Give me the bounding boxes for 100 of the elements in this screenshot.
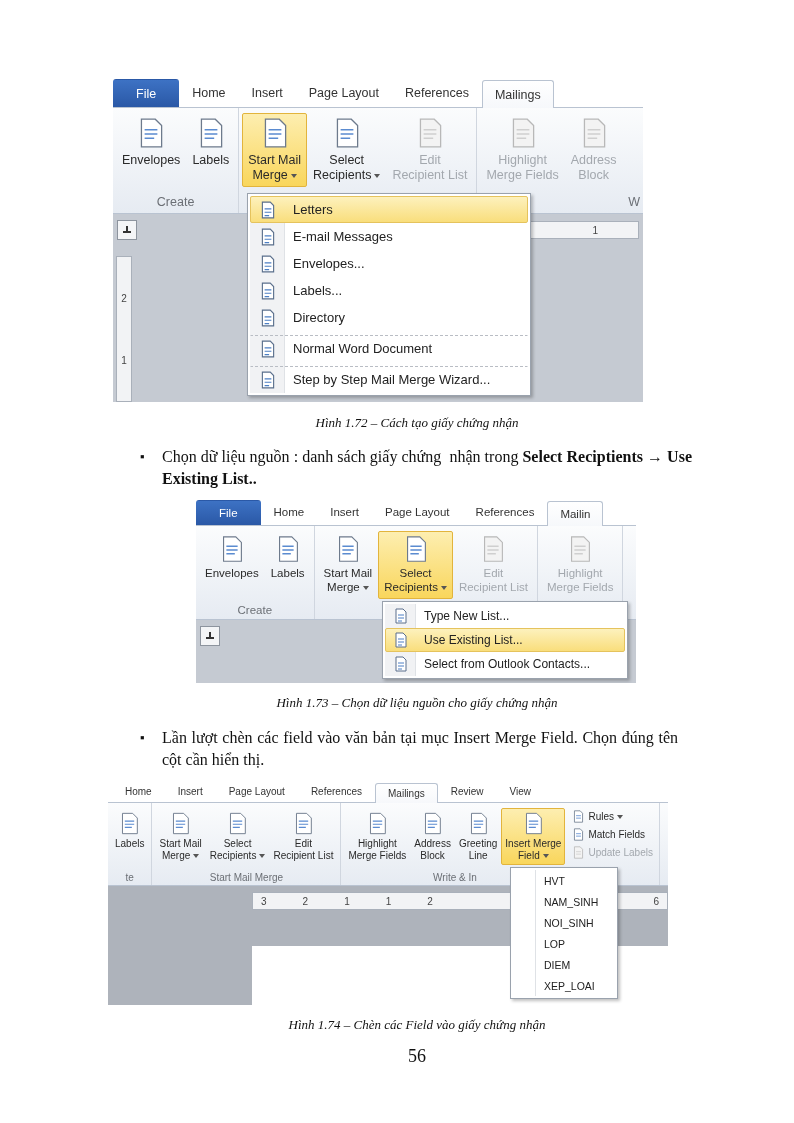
menu-item[interactable]: Labels... bbox=[250, 277, 528, 304]
ribbon-tab[interactable]: Review bbox=[437, 780, 497, 802]
page-icon bbox=[259, 339, 277, 358]
ribbon-button[interactable]: Greeting Line bbox=[454, 808, 502, 865]
ribbon-tab[interactable]: Insert bbox=[164, 780, 216, 802]
ribbon-tab[interactable]: Page Layout bbox=[372, 498, 463, 525]
ribbon-button[interactable]: Envelopes bbox=[116, 113, 187, 172]
ribbon-button[interactable]: Start Mail Merge bbox=[242, 113, 307, 187]
group-label: W bbox=[628, 194, 640, 211]
caret-icon bbox=[290, 173, 297, 178]
ribbon-tab[interactable]: Home bbox=[179, 77, 239, 107]
ribbon-button[interactable]: Match Fields bbox=[569, 827, 656, 842]
page-icon bbox=[572, 846, 586, 859]
ribbon-tab[interactable]: References bbox=[297, 780, 375, 802]
page-icon bbox=[259, 308, 277, 327]
figure-caption: Hình 1.74 – Chèn các Field vào giấy chứng nhận bbox=[287, 1016, 547, 1034]
figure-caption: Hình 1.73 – Chọn dữ liệu nguồn cho giấy chứng nhận bbox=[275, 694, 559, 712]
ruler-number: 3 bbox=[261, 895, 267, 907]
ribbon-tab[interactable]: References bbox=[391, 77, 482, 107]
ribbon-tab[interactable]: Insert bbox=[317, 498, 372, 525]
tab-selector[interactable] bbox=[117, 220, 137, 240]
ruler-number: 1 bbox=[344, 895, 350, 907]
tab-stop-icon bbox=[205, 631, 215, 641]
tab-selector[interactable] bbox=[200, 626, 220, 646]
page-icon bbox=[259, 281, 277, 300]
page-icon bbox=[259, 254, 277, 273]
ribbon-button[interactable]: Highlight Merge Fields bbox=[344, 808, 411, 865]
ribbon-tab[interactable]: Home bbox=[260, 498, 318, 525]
page-number: 56 bbox=[407, 1046, 427, 1067]
ruler-number: 2 bbox=[302, 895, 309, 907]
figure-caption: Hình 1.72 – Cách tạo giấy chứng nhận bbox=[314, 414, 520, 432]
ruler-number: 2 bbox=[121, 292, 127, 304]
menu-item[interactable]: Letters bbox=[250, 196, 528, 223]
ribbon-tab[interactable]: Mailin bbox=[547, 501, 604, 526]
page-icon bbox=[259, 370, 277, 389]
menu-item[interactable]: DIEM bbox=[513, 954, 615, 975]
group-label: Create bbox=[156, 194, 195, 211]
menu-item[interactable]: Step by Step Mail Merge Wizard... bbox=[250, 366, 528, 393]
ribbon-button[interactable]: Labels bbox=[264, 531, 311, 585]
ribbon-tab[interactable]: Mailings bbox=[375, 783, 438, 803]
ribbon-tab[interactable]: View bbox=[496, 780, 544, 802]
caret-icon bbox=[193, 854, 200, 858]
caret-icon bbox=[617, 814, 623, 819]
ruler-number: 6 bbox=[653, 895, 659, 907]
page-icon bbox=[393, 632, 409, 648]
tab-stop-icon bbox=[122, 225, 132, 235]
paragraph: Lần lượt chèn các field vào văn bản tại mục Insert Merge Field. Chọn đúng tên cột cần hiển thị. bbox=[162, 728, 678, 770]
caret-icon bbox=[362, 585, 369, 590]
ribbon-button[interactable]: Insert Merge Field bbox=[501, 808, 566, 865]
bullet-marker: ▪ bbox=[140, 448, 146, 466]
menu-item[interactable]: E-mail Messages bbox=[250, 223, 528, 250]
menu-item[interactable]: NAM_SINH bbox=[513, 891, 615, 912]
menu-item[interactable]: Select from Outlook Contacts... bbox=[385, 652, 625, 676]
file-tab[interactable]: File bbox=[196, 500, 261, 525]
ribbon-tab[interactable]: Home bbox=[112, 780, 165, 802]
group-label: te bbox=[125, 871, 134, 885]
ribbon-tab[interactable]: Mailings bbox=[481, 80, 554, 108]
menu-item[interactable]: LOP bbox=[513, 933, 615, 954]
ruler-number: 2 bbox=[427, 895, 433, 907]
page-icon bbox=[393, 608, 409, 624]
page-icon bbox=[259, 227, 277, 246]
ribbon-button[interactable]: Start Mail Merge bbox=[155, 808, 206, 865]
ruler-number: 1 bbox=[385, 895, 392, 907]
bullet-marker: ▪ bbox=[140, 729, 146, 747]
ribbon-tab[interactable]: Insert bbox=[238, 77, 296, 107]
caret-icon bbox=[440, 585, 447, 590]
ruler-number: 1 bbox=[121, 354, 127, 366]
page-icon bbox=[259, 200, 277, 219]
group-label: Write & In bbox=[433, 871, 477, 885]
ribbon-tab[interactable]: References bbox=[462, 498, 548, 525]
caret-icon bbox=[542, 854, 549, 858]
group-label: Create bbox=[237, 603, 273, 618]
paragraph: Chọn dữ liệu nguồn : danh sách giấy chứng nhận trong Select Reciptients → Use Existing List.. bbox=[162, 447, 692, 490]
menu-item[interactable]: Directory bbox=[250, 304, 528, 331]
ribbon-button[interactable]: Select Recipients bbox=[378, 531, 453, 599]
file-tab[interactable]: File bbox=[113, 79, 180, 107]
menu-item[interactable]: HVT bbox=[513, 870, 615, 891]
ribbon-tab[interactable]: Page Layout bbox=[295, 77, 392, 107]
caret-icon bbox=[374, 173, 381, 178]
menu-item[interactable]: Normal Word Document bbox=[250, 335, 528, 362]
ribbon-button[interactable]: Rules bbox=[569, 809, 656, 824]
page-icon bbox=[572, 828, 586, 841]
ribbon-button[interactable]: Start Mail Merge bbox=[317, 531, 379, 599]
ribbon-button[interactable]: Labels bbox=[186, 113, 236, 172]
menu-item[interactable]: XEP_LOAI bbox=[513, 975, 615, 996]
menu-item[interactable]: Use Existing List... bbox=[385, 628, 625, 652]
ribbon-button[interactable]: Labels bbox=[111, 808, 149, 853]
menu-item[interactable]: NOI_SINH bbox=[513, 912, 615, 933]
group-label: Start Mail Merge bbox=[209, 871, 284, 885]
ribbon-button[interactable]: Address Block bbox=[410, 808, 455, 865]
ribbon-button[interactable]: Select Recipients bbox=[205, 808, 270, 865]
ribbon-button[interactable]: Envelopes bbox=[199, 531, 265, 585]
ribbon-tab[interactable]: Page Layout bbox=[215, 780, 298, 802]
ribbon-button[interactable]: Edit Recipient List bbox=[269, 808, 338, 865]
caret-icon bbox=[259, 854, 266, 858]
page-icon bbox=[572, 810, 586, 823]
ribbon-button[interactable]: Select Recipients bbox=[307, 113, 387, 187]
menu-item[interactable]: Type New List... bbox=[385, 604, 625, 628]
menu-item[interactable]: Envelopes... bbox=[250, 250, 528, 277]
page-icon bbox=[393, 656, 409, 672]
